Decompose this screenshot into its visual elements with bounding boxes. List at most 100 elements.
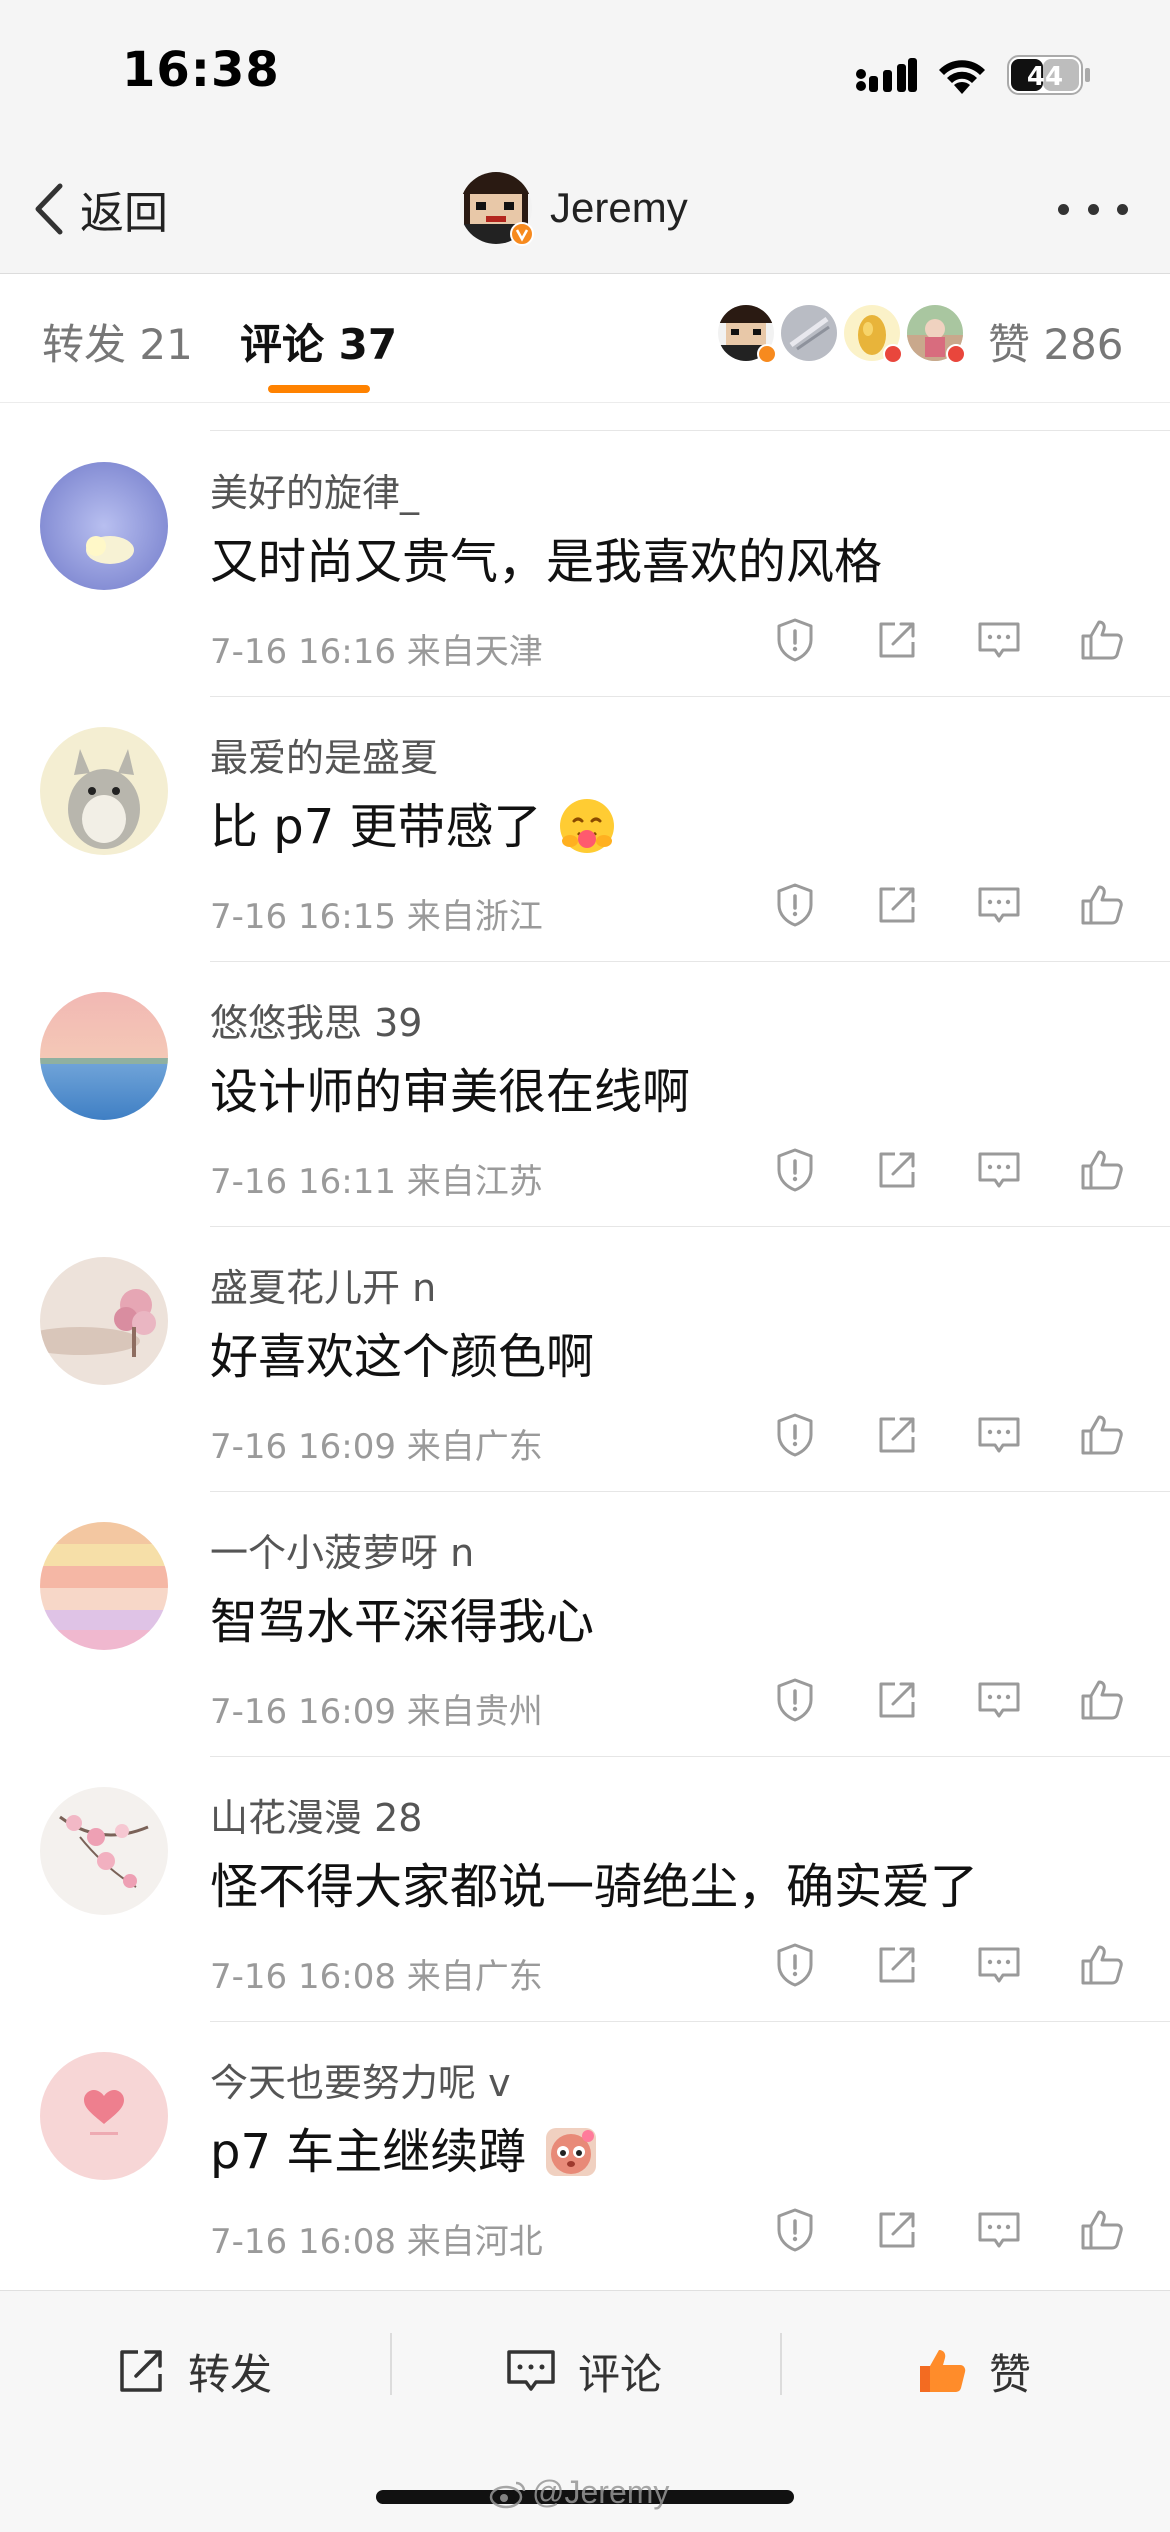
badge-icon bbox=[883, 344, 903, 364]
like-post-button[interactable]: 赞 bbox=[915, 2331, 1031, 2411]
verified-badge-icon bbox=[510, 222, 534, 246]
reply-button[interactable] bbox=[969, 1935, 1029, 1995]
tab-repost[interactable]: 转发 21 bbox=[42, 311, 193, 372]
reply-button[interactable] bbox=[969, 875, 1029, 935]
share-button[interactable] bbox=[867, 1935, 927, 1995]
separator bbox=[390, 2333, 392, 2395]
like-button[interactable] bbox=[1071, 2200, 1131, 2260]
like-button[interactable] bbox=[1071, 1140, 1131, 1200]
commenter-avatar[interactable] bbox=[40, 727, 168, 855]
report-button[interactable] bbox=[765, 2200, 825, 2260]
share-button[interactable] bbox=[867, 2200, 927, 2260]
comment-bubble-icon bbox=[978, 2212, 1020, 2248]
thumbs-up-icon bbox=[1081, 2210, 1123, 2250]
report-shield-icon bbox=[777, 1148, 813, 1192]
report-button[interactable] bbox=[765, 1670, 825, 1730]
navigation-bar: 返回 Jeremy bbox=[0, 150, 1170, 274]
reply-button[interactable] bbox=[969, 2200, 1029, 2260]
comment-actions bbox=[765, 1405, 1135, 1465]
commenter-avatar[interactable] bbox=[40, 1787, 168, 1915]
watermark: @Jeremy bbox=[488, 2474, 669, 2511]
commenter-name[interactable]: 最爱的是盛夏 bbox=[210, 727, 438, 782]
more-options-icon[interactable] bbox=[1058, 204, 1128, 220]
like-button[interactable] bbox=[1071, 1405, 1131, 1465]
share-icon bbox=[120, 2350, 162, 2392]
reply-button[interactable] bbox=[969, 1405, 1029, 1465]
back-button[interactable]: 返回 bbox=[30, 176, 168, 242]
share-button[interactable] bbox=[867, 1140, 927, 1200]
comment-actions bbox=[765, 2200, 1135, 2260]
hug-emoji-icon bbox=[558, 797, 616, 855]
commenter-name[interactable]: 美好的旋律_ bbox=[210, 462, 419, 517]
share-button[interactable] bbox=[867, 875, 927, 935]
commenter-name[interactable]: 一个小菠萝呀 n bbox=[210, 1522, 474, 1577]
likes-count[interactable]: 赞 286 bbox=[988, 311, 1124, 372]
liker-avatar bbox=[781, 305, 837, 361]
comment-actions bbox=[765, 1140, 1135, 1200]
commenter-name[interactable]: 悠悠我思 39 bbox=[210, 992, 422, 1047]
commenter-avatar[interactable] bbox=[40, 1257, 168, 1385]
tab-comment[interactable]: 评论 37 bbox=[240, 311, 397, 372]
repost-label: 转发 bbox=[188, 2349, 273, 2399]
comment-item: 山花漫漫 28 怪不得大家都说一骑绝尘，确实爱了 7-16 16:08 来自广东 bbox=[0, 1757, 1170, 2022]
battery-level: 44 bbox=[1027, 62, 1063, 92]
chevron-left-icon bbox=[35, 183, 63, 235]
comment-actions bbox=[765, 875, 1135, 935]
comment-button[interactable]: 评论 bbox=[504, 2331, 662, 2411]
verified-badge-icon bbox=[757, 344, 777, 364]
watermark-text: @Jeremy bbox=[532, 2474, 670, 2510]
comment-actions bbox=[765, 1935, 1135, 1995]
reply-button[interactable] bbox=[969, 610, 1029, 670]
battery-icon: 44 bbox=[1007, 55, 1091, 95]
like-button[interactable] bbox=[1071, 875, 1131, 935]
liker-avatar bbox=[907, 305, 966, 364]
report-button[interactable] bbox=[765, 1935, 825, 1995]
share-icon bbox=[879, 622, 915, 658]
comment-actions bbox=[765, 1670, 1135, 1730]
comment-item: 今天也要努力呢 v p7 车主继续蹲 7-16 16:08 来自河北 bbox=[0, 2022, 1170, 2287]
comment-text: 怪不得大家都说一骑绝尘，确实爱了 bbox=[210, 1859, 979, 1915]
thumbs-up-icon bbox=[1081, 1945, 1123, 1985]
share-icon bbox=[879, 1682, 915, 1718]
commenter-avatar[interactable] bbox=[40, 1522, 168, 1650]
comment-text: p7 车主继续蹲 bbox=[210, 2112, 600, 2184]
share-button[interactable] bbox=[867, 1670, 927, 1730]
active-tab-indicator bbox=[268, 385, 370, 393]
reply-button[interactable] bbox=[969, 1140, 1029, 1200]
author-header[interactable]: Jeremy bbox=[460, 168, 688, 248]
report-shield-icon bbox=[777, 2208, 813, 2252]
share-button[interactable] bbox=[867, 610, 927, 670]
tab-bar: 转发 21 评论 37 赞 286 bbox=[0, 275, 1170, 403]
comment-text: 设计师的审美很在线啊 bbox=[210, 1064, 691, 1120]
reply-button[interactable] bbox=[969, 1670, 1029, 1730]
repost-button[interactable]: 转发 bbox=[114, 2331, 272, 2411]
report-shield-icon bbox=[777, 1943, 813, 1987]
author-avatar[interactable] bbox=[460, 172, 534, 246]
share-icon bbox=[879, 1152, 915, 1188]
report-button[interactable] bbox=[765, 1405, 825, 1465]
author-name: Jeremy bbox=[550, 184, 688, 231]
separator bbox=[780, 2333, 782, 2395]
comment-bubble-icon bbox=[978, 1947, 1020, 1983]
report-button[interactable] bbox=[765, 610, 825, 670]
like-button[interactable] bbox=[1071, 610, 1131, 670]
comment-meta: 7-16 16:11 来自江苏 bbox=[210, 1162, 543, 1202]
cellular-signal-icon bbox=[856, 58, 917, 92]
commenter-name[interactable]: 盛夏花儿开 n bbox=[210, 1257, 436, 1312]
like-button[interactable] bbox=[1071, 1935, 1131, 1995]
commenter-avatar[interactable] bbox=[40, 992, 168, 1120]
report-shield-icon bbox=[777, 1413, 813, 1457]
comment-meta: 7-16 16:08 来自广东 bbox=[210, 1957, 543, 1997]
comment-text: 好喜欢这个颜色啊 bbox=[210, 1329, 595, 1385]
liker-avatars[interactable] bbox=[718, 305, 970, 365]
comment-bubble-icon bbox=[978, 1152, 1020, 1188]
commenter-avatar[interactable] bbox=[40, 2052, 168, 2180]
like-button[interactable] bbox=[1071, 1670, 1131, 1730]
share-icon bbox=[879, 887, 915, 923]
commenter-name[interactable]: 山花漫漫 28 bbox=[210, 1787, 422, 1842]
report-button[interactable] bbox=[765, 875, 825, 935]
commenter-avatar[interactable] bbox=[40, 462, 168, 590]
report-button[interactable] bbox=[765, 1140, 825, 1200]
commenter-name[interactable]: 今天也要努力呢 v bbox=[210, 2052, 511, 2107]
share-button[interactable] bbox=[867, 1405, 927, 1465]
